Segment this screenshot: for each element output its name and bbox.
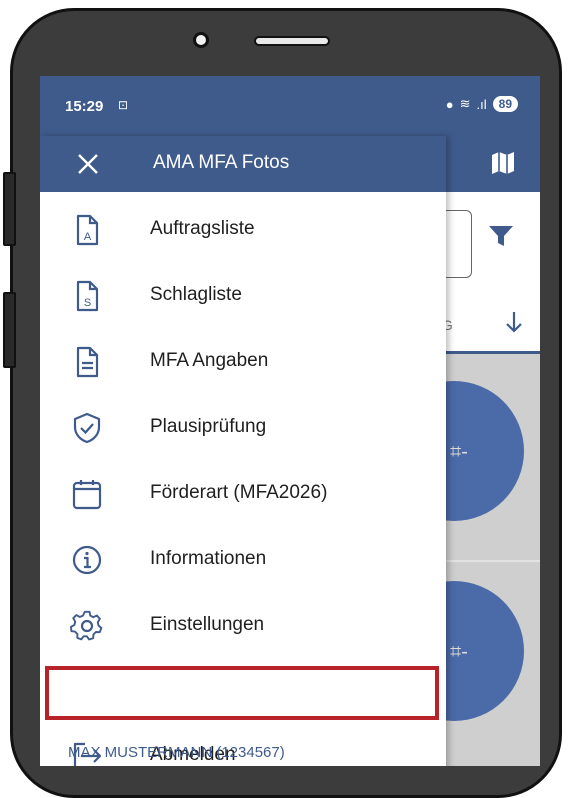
list-item-avatar-text: ⌗- <box>450 641 468 663</box>
menu-item-auftragsliste[interactable]: A Auftragsliste <box>40 196 446 262</box>
menu-item-label: Schlagliste <box>150 284 242 305</box>
map-icon[interactable] <box>490 150 516 176</box>
location-icon: ● <box>445 96 454 112</box>
drawer-title: AMA MFA Fotos <box>153 152 290 173</box>
phone-camera <box>193 32 209 48</box>
menu-item-label: Informationen <box>150 548 267 569</box>
menu-item-foerderart[interactable]: Förderart (MFA2026) <box>40 460 446 526</box>
logout-highlight-box <box>45 666 439 720</box>
wifi-icon: ≋ <box>459 96 471 111</box>
document-a-icon: A <box>76 214 99 246</box>
signal-icon: .ıl <box>476 96 487 112</box>
shield-check-icon <box>73 412 101 444</box>
phone-screen: 15:29 ⊡ ● ≋ .ıl 89 IG ⌗- ⌗- AMA MFA F <box>40 76 540 766</box>
sort-arrow-icon[interactable] <box>504 310 524 334</box>
screenshot-icon: ⊡ <box>118 98 129 112</box>
status-icons: ● ≋ .ıl 89 <box>446 96 518 112</box>
user-name-label: MAX MUSTERMANN (1234567) <box>68 744 285 761</box>
menu-item-einstellungen[interactable]: Einstellungen <box>40 592 446 658</box>
phone-side-button <box>3 172 16 246</box>
calendar-icon <box>72 480 102 510</box>
menu-item-label: Auftragsliste <box>150 218 255 239</box>
phone-speaker <box>254 36 330 46</box>
close-icon[interactable] <box>76 152 100 176</box>
menu-item-label: Förderart (MFA2026) <box>150 482 328 503</box>
status-bar: 15:29 ⊡ ● ≋ .ıl 89 <box>40 76 540 136</box>
document-lines-icon <box>76 346 99 378</box>
battery-badge: 89 <box>492 96 518 112</box>
filter-icon[interactable] <box>488 224 514 248</box>
menu-item-schlagliste[interactable]: S Schlagliste <box>40 262 446 328</box>
drawer-header: AMA MFA Fotos <box>40 136 446 192</box>
list-item-avatar-text: ⌗- <box>450 441 468 463</box>
status-time: 15:29 <box>65 98 104 115</box>
menu-item-label: Einstellungen <box>150 614 265 635</box>
menu-item-plausipruefung[interactable]: Plausiprüfung <box>40 394 446 460</box>
info-icon <box>72 545 102 575</box>
menu-item-mfa-angaben[interactable]: MFA Angaben <box>40 328 446 394</box>
phone-side-button <box>3 292 16 368</box>
menu-item-label: MFA Angaben <box>150 350 269 371</box>
svg-text:A: A <box>84 231 92 243</box>
menu-item-informationen[interactable]: Informationen <box>40 526 446 592</box>
svg-text:S: S <box>84 297 91 309</box>
menu-item-label: Plausiprüfung <box>150 416 267 437</box>
document-s-icon: S <box>76 280 99 312</box>
gear-icon <box>70 610 103 641</box>
